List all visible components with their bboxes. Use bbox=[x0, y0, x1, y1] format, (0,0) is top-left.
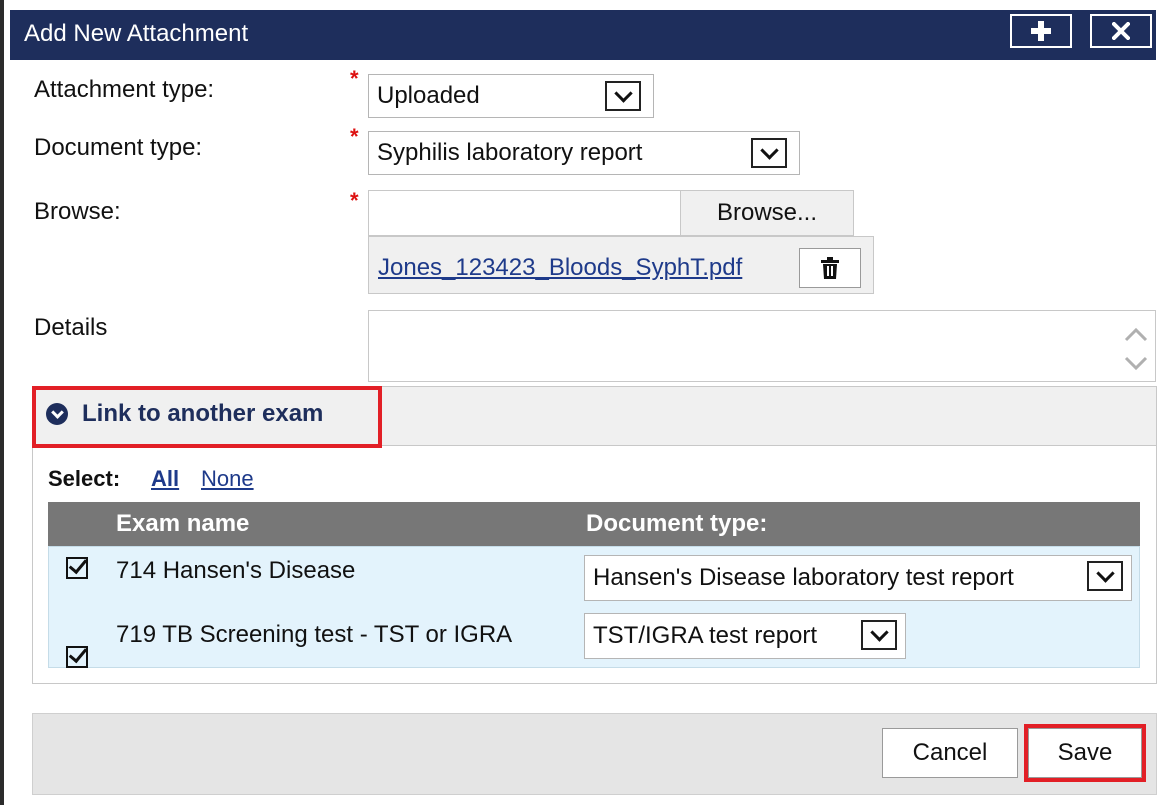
highlight-box bbox=[1024, 724, 1146, 782]
row-document-type-value: Hansen's Disease laboratory test report bbox=[593, 564, 1014, 591]
required-marker: * bbox=[350, 66, 359, 91]
browse-label: Browse: bbox=[34, 198, 121, 225]
chevron-circle-down-icon bbox=[46, 403, 68, 425]
details-textarea[interactable] bbox=[368, 310, 1156, 382]
select-label: Select: bbox=[48, 466, 121, 491]
row-checkbox[interactable] bbox=[66, 557, 88, 579]
exam-name-cell: 719 TB Screening test - TST or IGRA bbox=[116, 621, 513, 648]
chevron-down-icon[interactable] bbox=[751, 138, 787, 168]
chevron-down-icon[interactable] bbox=[1087, 561, 1123, 591]
required-marker: * bbox=[350, 188, 359, 213]
add-button[interactable] bbox=[1010, 14, 1072, 48]
document-type-select[interactable]: Syphilis laboratory report bbox=[368, 131, 800, 175]
exam-name-cell: 714 Hansen's Disease bbox=[116, 557, 356, 584]
link-exam-title[interactable]: Link to another exam bbox=[82, 400, 323, 428]
document-type-value: Syphilis laboratory report bbox=[377, 139, 643, 166]
close-icon bbox=[1112, 22, 1130, 40]
delete-file-button[interactable] bbox=[799, 248, 861, 288]
browse-button[interactable]: Browse... bbox=[680, 191, 853, 235]
scroll-arrows-icon bbox=[1124, 327, 1148, 371]
attachment-type-select[interactable]: Uploaded bbox=[368, 74, 654, 118]
column-document-type: Document type: bbox=[586, 510, 768, 537]
row-checkbox[interactable] bbox=[66, 646, 88, 668]
select-all-link[interactable]: All bbox=[151, 466, 179, 492]
dialog-title: Add New Attachment bbox=[24, 20, 249, 47]
details-label: Details bbox=[34, 314, 108, 341]
close-button[interactable] bbox=[1090, 14, 1152, 48]
select-none-link[interactable]: None bbox=[201, 466, 254, 492]
details-scrollbar[interactable] bbox=[1122, 318, 1150, 378]
row-document-type-value: TST/IGRA test report bbox=[593, 622, 818, 649]
attachment-type-label: Attachment type: bbox=[34, 76, 215, 103]
window-edge-gap bbox=[4, 0, 10, 805]
row-document-type-select[interactable]: Hansen's Disease laboratory test report bbox=[584, 555, 1132, 601]
plus-icon bbox=[1031, 21, 1051, 41]
chevron-down-icon[interactable] bbox=[861, 620, 897, 650]
chevron-down-icon[interactable] bbox=[605, 81, 641, 111]
cancel-button[interactable]: Cancel bbox=[882, 728, 1018, 778]
trash-icon bbox=[821, 257, 839, 279]
column-exam-name: Exam name bbox=[116, 510, 250, 537]
required-marker: * bbox=[350, 124, 359, 149]
row-document-type-select[interactable]: TST/IGRA test report bbox=[584, 613, 906, 659]
uploaded-file-link[interactable]: Jones_123423_Bloods_SyphT.pdf bbox=[378, 254, 742, 282]
document-type-label: Document type: bbox=[34, 134, 203, 161]
attachment-type-value: Uploaded bbox=[377, 82, 480, 109]
